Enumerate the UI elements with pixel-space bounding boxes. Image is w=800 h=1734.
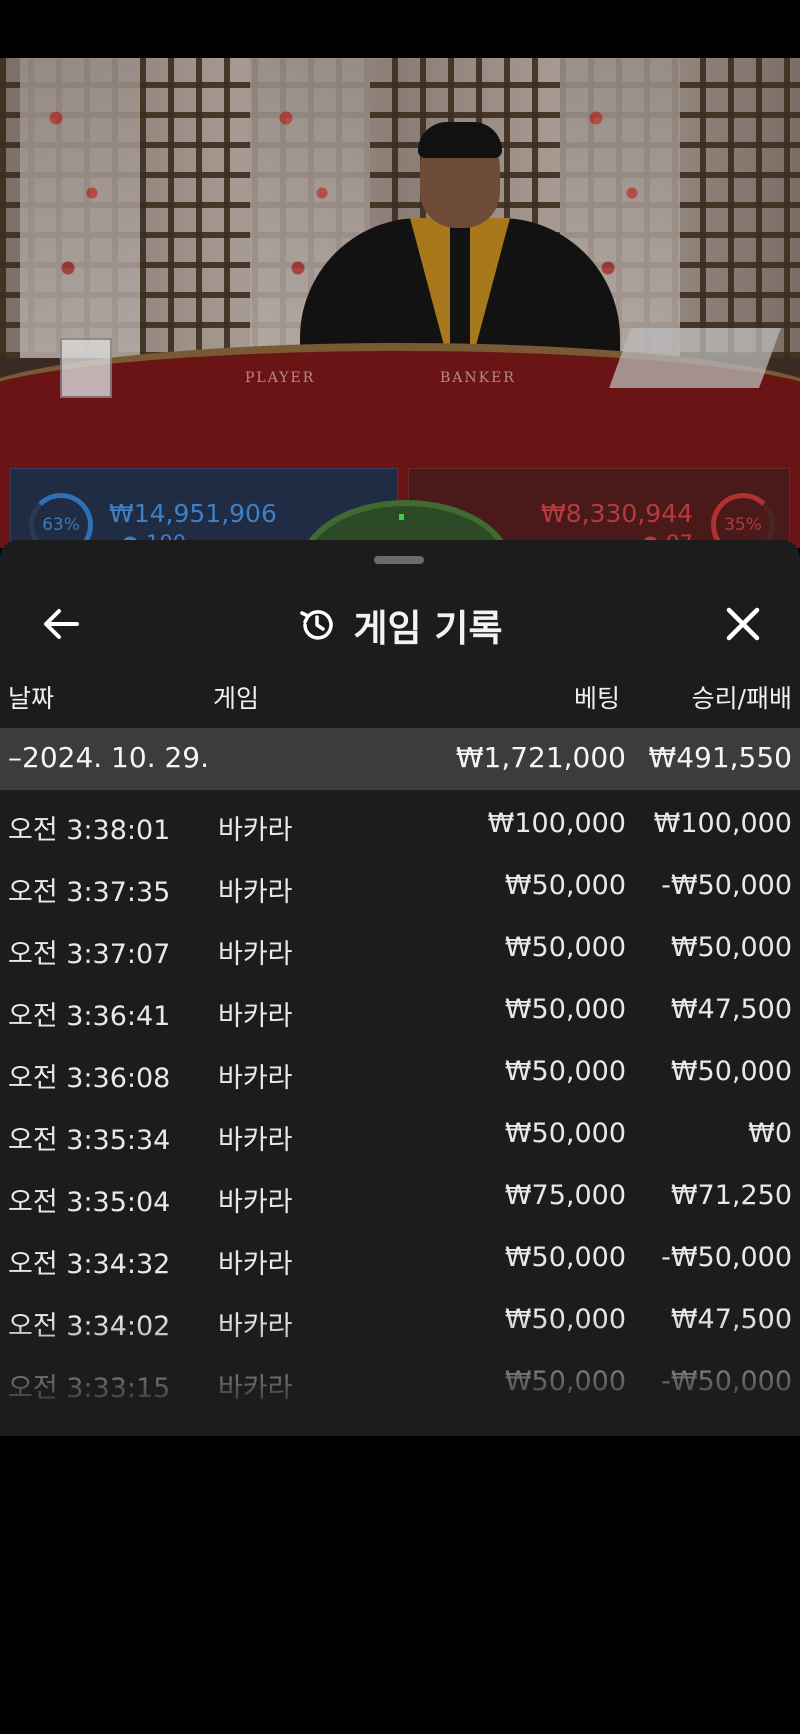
column-game: 게임 xyxy=(213,684,260,713)
row-bet: ₩50,000 xyxy=(504,1056,626,1087)
row-bet: ₩50,000 xyxy=(504,1366,626,1397)
row-game: 바카라 xyxy=(218,1373,293,1404)
row-game: 바카라 xyxy=(218,939,293,970)
player-total-amount: ₩14,951,906 xyxy=(109,499,277,528)
table-row[interactable]: 오전 3:33:15 바카라 ₩50,000 -₩50,000 xyxy=(0,1354,800,1416)
sheet-header: 게임 기록 xyxy=(0,580,800,668)
row-bet: ₩50,000 xyxy=(504,1304,626,1335)
date-group-total-bet: ₩1,721,000 xyxy=(455,741,626,774)
date-group-label: –2024. 10. 29. xyxy=(8,741,210,774)
timer-indicator xyxy=(399,514,404,520)
row-bet: ₩50,000 xyxy=(504,1242,626,1273)
table-row[interactable]: 오전 3:35:04 바카라 ₩75,000 ₩71,250 xyxy=(0,1168,800,1230)
row-result: -₩50,000 xyxy=(661,1242,792,1273)
history-icon xyxy=(300,610,334,640)
row-time: 오전 3:37:07 xyxy=(8,939,171,970)
row-result: ₩71,250 xyxy=(670,1180,792,1211)
history-list: 오전 3:38:01 바카라 ₩100,000 ₩100,000 오전 3:37… xyxy=(0,796,800,1416)
table-row[interactable]: 오전 3:34:32 바카라 ₩50,000 -₩50,000 xyxy=(0,1230,800,1292)
table-row[interactable]: 오전 3:36:08 바카라 ₩50,000 ₩50,000 xyxy=(0,1044,800,1106)
table-row[interactable]: 오전 3:37:35 바카라 ₩50,000 -₩50,000 xyxy=(0,858,800,920)
row-bet: ₩50,000 xyxy=(504,1118,626,1149)
row-bet: ₩75,000 xyxy=(504,1180,626,1211)
row-bet: ₩100,000 xyxy=(487,808,626,839)
row-time: 오전 3:36:41 xyxy=(8,1001,171,1032)
row-result: ₩100,000 xyxy=(653,808,792,839)
table-row[interactable]: 오전 3:38:01 바카라 ₩100,000 ₩100,000 xyxy=(0,796,800,858)
table-row[interactable]: 오전 3:37:07 바카라 ₩50,000 ₩50,000 xyxy=(0,920,800,982)
column-date: 날짜 xyxy=(8,684,55,713)
row-result: ₩47,500 xyxy=(670,1304,792,1335)
row-game: 바카라 xyxy=(218,1063,293,1094)
banker-percent: 35% xyxy=(724,515,762,535)
row-result: ₩47,500 xyxy=(670,994,792,1025)
date-group-row[interactable]: –2024. 10. 29. ₩1,721,000 ₩491,550 xyxy=(0,728,800,790)
page-title: 게임 기록 xyxy=(353,607,503,650)
sheet-title-group: 게임 기록 xyxy=(0,598,800,652)
column-result: 승리/패배 xyxy=(691,684,792,713)
row-result: ₩0 xyxy=(748,1118,792,1149)
row-time: 오전 3:35:04 xyxy=(8,1187,171,1218)
blossom-panel xyxy=(20,58,140,358)
felt-player-label: PLAYER xyxy=(245,370,316,386)
table-row[interactable]: 오전 3:35:34 바카라 ₩50,000 ₩0 xyxy=(0,1106,800,1168)
felt-banker-label: BANKER xyxy=(440,370,516,386)
banker-total-amount: ₩8,330,944 xyxy=(541,499,693,528)
close-icon xyxy=(726,607,760,641)
row-bet: ₩50,000 xyxy=(504,870,626,901)
date-group-total-result: ₩491,550 xyxy=(648,741,792,774)
sheet-drag-handle[interactable] xyxy=(374,556,424,564)
row-result: -₩50,000 xyxy=(661,870,792,901)
card-shoe xyxy=(609,328,781,388)
row-game: 바카라 xyxy=(218,815,293,846)
row-bet: ₩50,000 xyxy=(504,994,626,1025)
row-time: 오전 3:34:32 xyxy=(8,1249,171,1280)
row-result: ₩50,000 xyxy=(670,932,792,963)
table-row[interactable]: 오전 3:36:41 바카라 ₩50,000 ₩47,500 xyxy=(0,982,800,1044)
player-percent: 63% xyxy=(42,515,80,535)
row-game: 바카라 xyxy=(218,1311,293,1342)
game-history-sheet: 게임 기록 날짜 게임 베팅 승리/패배 –2024. 10. 29. ₩1,7… xyxy=(0,540,800,1436)
row-time: 오전 3:33:15 xyxy=(8,1373,171,1404)
table-row[interactable]: 오전 3:34:02 바카라 ₩50,000 ₩47,500 xyxy=(0,1292,800,1354)
row-game: 바카라 xyxy=(218,1125,293,1156)
row-time: 오전 3:36:08 xyxy=(8,1063,171,1094)
column-bet: 베팅 xyxy=(573,684,620,713)
close-button[interactable] xyxy=(716,600,770,648)
row-game: 바카라 xyxy=(218,877,293,908)
row-result: ₩50,000 xyxy=(670,1056,792,1087)
row-game: 바카라 xyxy=(218,1187,293,1218)
row-game: 바카라 xyxy=(218,1001,293,1032)
row-time: 오전 3:34:02 xyxy=(8,1311,171,1342)
card-discard-box xyxy=(60,338,112,398)
row-game: 바카라 xyxy=(218,1249,293,1280)
row-time: 오전 3:37:35 xyxy=(8,877,171,908)
row-time: 오전 3:38:01 xyxy=(8,815,171,846)
row-time: 오전 3:35:34 xyxy=(8,1125,171,1156)
row-result: -₩50,000 xyxy=(661,1366,792,1397)
row-bet: ₩50,000 xyxy=(504,932,626,963)
table-header: 날짜 게임 베팅 승리/패배 xyxy=(0,673,800,713)
